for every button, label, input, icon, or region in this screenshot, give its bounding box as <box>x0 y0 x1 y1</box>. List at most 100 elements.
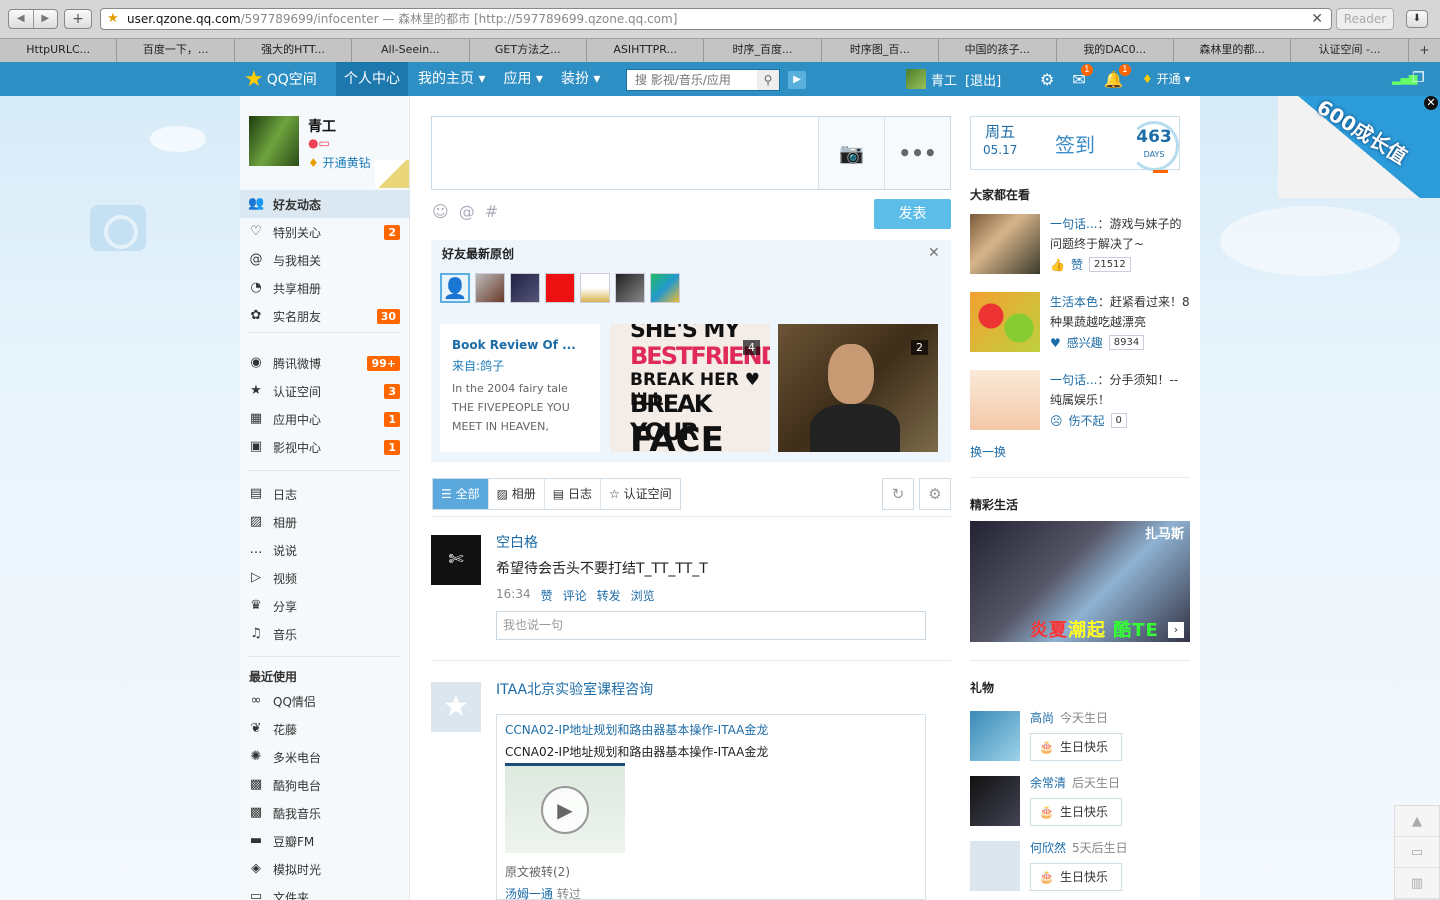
browser-tab[interactable]: 森林里的都... <box>1174 39 1292 62</box>
watching-user[interactable]: 一句话... <box>1050 217 1097 231</box>
filter-blog[interactable]: ▤ 日志 <box>544 479 601 509</box>
friend-thumb[interactable] <box>615 273 645 303</box>
sidebar-item[interactable]: ◈ 模拟时光 <box>240 855 409 883</box>
sidebar-item[interactable]: ▭ 文件夹 <box>240 883 409 900</box>
more-icon[interactable]: ••• <box>884 117 950 189</box>
friend-thumb[interactable] <box>545 273 575 303</box>
profile-avatar[interactable] <box>249 116 299 166</box>
filter-all[interactable]: ☰ 全部 <box>433 479 489 509</box>
gift-avatar[interactable] <box>970 711 1020 761</box>
address-bar[interactable]: ★ user.qzone.qq.com/597789699/infocenter… <box>100 8 1332 30</box>
post-button[interactable]: 发表 <box>874 199 951 229</box>
gift-friend-name[interactable]: 高尚 <box>1030 711 1054 725</box>
birthday-button[interactable]: 🎂 生日快乐 <box>1030 733 1122 761</box>
back-to-top-icon[interactable]: ▲ <box>1395 806 1439 837</box>
top-nav-item[interactable]: 应用 ▾ <box>495 62 550 96</box>
search-input[interactable] <box>627 70 757 90</box>
repost-count[interactable]: 原文被转(2) <box>505 863 570 880</box>
sidebar-item[interactable]: ▷ 视频 <box>240 564 409 592</box>
feed-user-name[interactable]: ITAA北京实验室课程咨询 <box>496 679 653 699</box>
arrow-right-icon[interactable]: ▶ <box>788 71 806 89</box>
book-review-card[interactable]: Book Review Of ... 来自:鸽子 In the 2004 fai… <box>440 324 600 452</box>
watching-user[interactable]: 生活本色 <box>1050 295 1098 309</box>
close-ad-icon[interactable]: ✕ <box>1424 96 1438 110</box>
gift-friend[interactable]: 何欣然 5天后生日 <box>1030 839 1128 856</box>
mail-icon[interactable]: ✉ 1 <box>1072 63 1093 89</box>
forward-icon[interactable]: ▶ <box>34 10 58 28</box>
friend-thumb[interactable]: 👤 <box>440 273 470 303</box>
comment-link[interactable]: 评论 <box>563 587 587 604</box>
photo-card-bestfriend[interactable]: SHE'S MY BESTFRIEND BREAK HER ♥ I'LL BRE… <box>610 324 770 452</box>
sidebar-item[interactable]: ▩ 酷狗电台 <box>240 771 409 799</box>
repost-user[interactable]: 汤姆一通 <box>505 887 553 900</box>
window-icon[interactable]: ❐ <box>1412 70 1425 86</box>
feed-avatar[interactable]: ✄ <box>431 535 481 585</box>
sidebar-item[interactable]: ▬ 豆瓣FM <box>240 827 409 855</box>
close-icon[interactable]: ✕ <box>928 245 940 261</box>
sign-in-widget[interactable]: 周五 05.17 签到 463 DAYS <box>970 116 1180 171</box>
open-vip-menu[interactable]: ♦ 开通 ▾ <box>1142 62 1190 96</box>
browser-tab[interactable]: 我的DAC0... <box>1057 39 1174 62</box>
browser-tab[interactable]: 中国的孩子... <box>939 39 1057 62</box>
book-title[interactable]: Book Review Of ... <box>452 338 588 352</box>
view-link[interactable]: 浏览 <box>631 587 655 604</box>
gift-friend[interactable]: 高尚 今天生日 <box>1030 709 1108 726</box>
watching-thumbnail[interactable] <box>970 214 1040 274</box>
top-user-name[interactable]: 青工 <box>931 70 957 89</box>
browser-tab[interactable]: GET方法之... <box>470 39 587 62</box>
forward-link[interactable]: 转发 <box>597 587 621 604</box>
qzone-logo[interactable]: ★ QQ空间 <box>244 62 317 96</box>
browser-tab[interactable]: ASIHTTPR... <box>587 39 705 62</box>
sidebar-item[interactable]: ♫ 音乐 <box>240 620 409 648</box>
watching-thumbnail[interactable] <box>970 370 1040 430</box>
watching-action[interactable]: 感兴趣 <box>1067 334 1103 351</box>
watching-action[interactable]: 伤不起 <box>1069 412 1105 429</box>
open-yellow-diamond-link[interactable]: ♦ 开通黄钻 <box>308 154 371 171</box>
play-icon[interactable]: ▶ <box>541 786 589 834</box>
browser-tab[interactable]: 百度一下，... <box>117 39 235 62</box>
friend-thumb[interactable] <box>580 273 610 303</box>
grid-icon[interactable]: ▥ <box>1395 868 1439 899</box>
sidebar-item[interactable]: @ 与我相关 <box>240 246 409 274</box>
sidebar-item[interactable]: ★ 认证空间 3 <box>240 377 409 405</box>
chevron-right-icon[interactable]: › <box>1168 622 1184 638</box>
comment-input[interactable]: 我也说一句 <box>496 611 926 640</box>
filter-certified[interactable]: ☆ 认证空间 <box>600 479 680 509</box>
stop-icon[interactable]: ✕ <box>1311 9 1323 29</box>
default-avatar-icon[interactable]: ★ <box>431 682 481 732</box>
new-tab-plus-icon[interactable]: + <box>1409 39 1440 62</box>
video-thumbnail[interactable]: ▶ <box>505 763 625 853</box>
gear-icon[interactable]: ⚙ <box>1040 70 1054 89</box>
growth-ad-corner[interactable]: 600成长值 ✕ <box>1278 96 1440 198</box>
sidebar-item[interactable]: ♛ 分享 <box>240 592 409 620</box>
sidebar-item[interactable]: ◉ 腾讯微博 99+ <box>240 349 409 377</box>
top-nav-item[interactable]: 个人中心 <box>336 62 408 96</box>
refresh-list-link[interactable]: 换一换 <box>970 443 1006 460</box>
browser-tab[interactable]: 认证空间 -... <box>1291 39 1409 62</box>
bookmark-star-icon[interactable]: ★ <box>107 9 119 29</box>
back-forward-buttons[interactable]: ◀ ▶ <box>8 9 58 29</box>
gift-friend-name[interactable]: 余常清 <box>1030 776 1066 790</box>
browser-tab[interactable]: 时序_百度... <box>704 39 822 62</box>
avatar[interactable] <box>906 69 926 89</box>
new-tab-button[interactable]: + <box>64 9 92 29</box>
feedback-icon[interactable]: ▭ <box>1395 837 1439 868</box>
camera-icon[interactable]: 📷 <box>818 117 884 189</box>
share-link[interactable]: CCNA02-IP地址规划和路由器基本操作-ITAA金龙 <box>505 721 768 738</box>
watching-thumbnail[interactable] <box>970 292 1040 352</box>
sidebar-item[interactable]: ▦ 应用中心 1 <box>240 405 409 433</box>
life-banner[interactable]: 扎马斯 炎夏潮起 酷TE › <box>970 521 1190 642</box>
hashtag-icon[interactable]: # <box>485 202 498 221</box>
heart-icon[interactable]: ♥ <box>1050 336 1061 350</box>
friend-thumb[interactable] <box>510 273 540 303</box>
sidebar-item[interactable]: ♡ 特别关心 2 <box>240 218 409 246</box>
watching-item[interactable]: 生活本色：赶紧看过来！8种果蔬越吃越漂亮 ♥ 感兴趣 8934 <box>970 292 1190 356</box>
watching-item[interactable]: 一句话...：分手须知！--纯属娱乐！ ☹ 伤不起 0 <box>970 370 1190 434</box>
status-textarea[interactable] <box>432 117 818 189</box>
back-icon[interactable]: ◀ <box>9 10 34 28</box>
reader-button[interactable]: Reader <box>1336 8 1394 30</box>
sidebar-item[interactable]: 👥 好友动态 <box>240 190 409 218</box>
level-badge-icon[interactable]: ●▭ <box>308 136 330 150</box>
browser-tab[interactable]: HttpURLC... <box>0 39 118 62</box>
browser-tab[interactable]: All-Seein... <box>352 39 470 62</box>
